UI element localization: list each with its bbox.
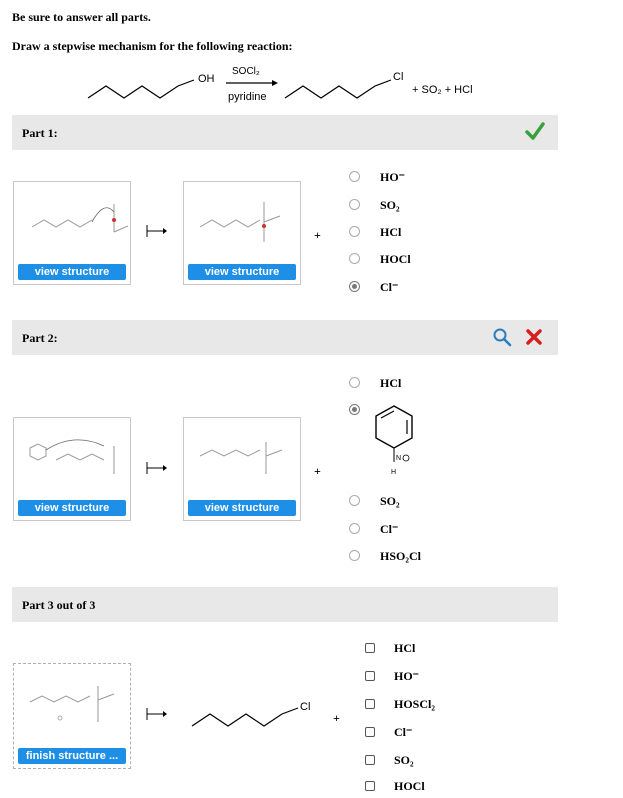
part1-view-structure-button-1[interactable]: view structure bbox=[18, 264, 126, 280]
part1-option-so2: SO₂ bbox=[380, 198, 400, 212]
reagent-label: SOCl₂ bbox=[232, 66, 260, 77]
part2-title: Part 2: bbox=[22, 331, 58, 345]
part1-structure-box-2[interactable]: view structure bbox=[183, 181, 301, 285]
part3-step-arrow bbox=[146, 708, 167, 720]
part2-plus: + bbox=[314, 464, 321, 478]
part2-radio-hcl[interactable] bbox=[349, 377, 360, 388]
prompt-text: Draw a stepwise mechanism for the follow… bbox=[12, 39, 293, 53]
part3-checkbox-so2[interactable] bbox=[365, 755, 375, 765]
product-cl-label: Cl bbox=[393, 71, 403, 83]
part2-radio-pyridinium[interactable] bbox=[349, 404, 360, 415]
part1-structure-2-drawing bbox=[199, 202, 281, 242]
part1-structure-1-drawing bbox=[31, 204, 129, 233]
reactant-oh-label: OH bbox=[198, 73, 215, 85]
part3-structure-1-drawing bbox=[29, 686, 115, 722]
pyridinium-n-label: N bbox=[396, 455, 401, 462]
part3-option-ho: HO⁻ bbox=[394, 669, 420, 683]
part1-option-hocl: HOCl bbox=[380, 252, 411, 266]
part3-title: Part 3 out of 3 bbox=[22, 598, 96, 612]
part1-view-structure-button-2[interactable]: view structure bbox=[188, 264, 296, 280]
part1-option-hcl: HCl bbox=[380, 225, 402, 239]
pyridinium-structure: N H bbox=[375, 405, 413, 476]
part3-product-cl-label: Cl bbox=[300, 701, 310, 713]
part3-structure-box-1[interactable]: finish structure ... bbox=[13, 663, 131, 769]
part3-option-so2: SO₂ bbox=[394, 753, 414, 767]
part2-structure-box-2[interactable]: view structure bbox=[183, 417, 301, 521]
part3-checkbox-hocl[interactable] bbox=[365, 781, 375, 791]
part2-view-structure-button-2[interactable]: view structure bbox=[188, 500, 296, 516]
part3-product-structure: Cl bbox=[191, 701, 310, 727]
part3-header: Part 3 out of 3 bbox=[12, 587, 558, 622]
part3-checkbox-hcl[interactable] bbox=[365, 643, 375, 653]
x-mark-icon bbox=[526, 329, 542, 345]
part3-checkbox-hoscl2[interactable] bbox=[365, 699, 375, 709]
part2-structure-2-drawing bbox=[199, 442, 283, 474]
part1-radio-ho[interactable] bbox=[349, 171, 360, 182]
part3-finish-structure-button[interactable]: finish structure ... bbox=[18, 748, 126, 764]
part3-plus: + bbox=[333, 711, 340, 725]
part2-header: Part 2: bbox=[12, 320, 558, 355]
part2-radio-so2[interactable] bbox=[349, 495, 360, 506]
part1-radio-cl[interactable] bbox=[349, 281, 360, 292]
part1-step-arrow bbox=[146, 225, 167, 237]
part2-structure-1-drawing bbox=[29, 439, 115, 474]
part2-option-hso2cl: HSO₂Cl bbox=[380, 549, 421, 563]
magnifier-icon[interactable] bbox=[492, 327, 512, 347]
part3-checkbox-ho[interactable] bbox=[365, 671, 375, 681]
part2-option-cl: Cl⁻ bbox=[380, 522, 399, 536]
part2-radio-cl[interactable] bbox=[349, 523, 360, 534]
reaction-scheme: OH SOCl₂ pyridine Cl + SO₂ + HCl bbox=[87, 66, 473, 103]
condition-label: pyridine bbox=[228, 91, 267, 103]
part2-structure-box-1[interactable]: view structure bbox=[13, 417, 131, 521]
checkmark-icon bbox=[525, 122, 545, 140]
part2-radio-hso2cl[interactable] bbox=[349, 550, 360, 561]
part1-plus: + bbox=[314, 228, 321, 242]
part1-structure-box-1[interactable]: view structure bbox=[13, 181, 131, 285]
pyridinium-h-label: H bbox=[391, 469, 396, 476]
byproducts-label: + SO₂ + HCl bbox=[412, 84, 473, 96]
part1-radio-hcl[interactable] bbox=[349, 226, 360, 237]
part3-option-hocl: HOCl bbox=[394, 779, 425, 793]
part1-header: Part 1: bbox=[12, 115, 558, 150]
part2-step-arrow bbox=[146, 462, 167, 474]
part1-option-cl: Cl⁻ bbox=[380, 280, 399, 294]
part1-radio-so2[interactable] bbox=[349, 199, 360, 210]
part3-option-cl: Cl⁻ bbox=[394, 725, 413, 739]
part3-checkbox-cl[interactable] bbox=[365, 727, 375, 737]
part2-option-so2: SO₂ bbox=[380, 494, 400, 508]
part1-option-ho: HO⁻ bbox=[380, 170, 406, 184]
part2-view-structure-button-1[interactable]: view structure bbox=[18, 500, 126, 516]
part3-option-hcl: HCl bbox=[394, 641, 416, 655]
instruction-text: Be sure to answer all parts. bbox=[12, 10, 151, 24]
part3-option-hoscl2: HOSCl₂ bbox=[394, 697, 435, 711]
part1-title: Part 1: bbox=[22, 126, 58, 140]
part2-option-hcl: HCl bbox=[380, 376, 402, 390]
part1-radio-hocl[interactable] bbox=[349, 253, 360, 264]
